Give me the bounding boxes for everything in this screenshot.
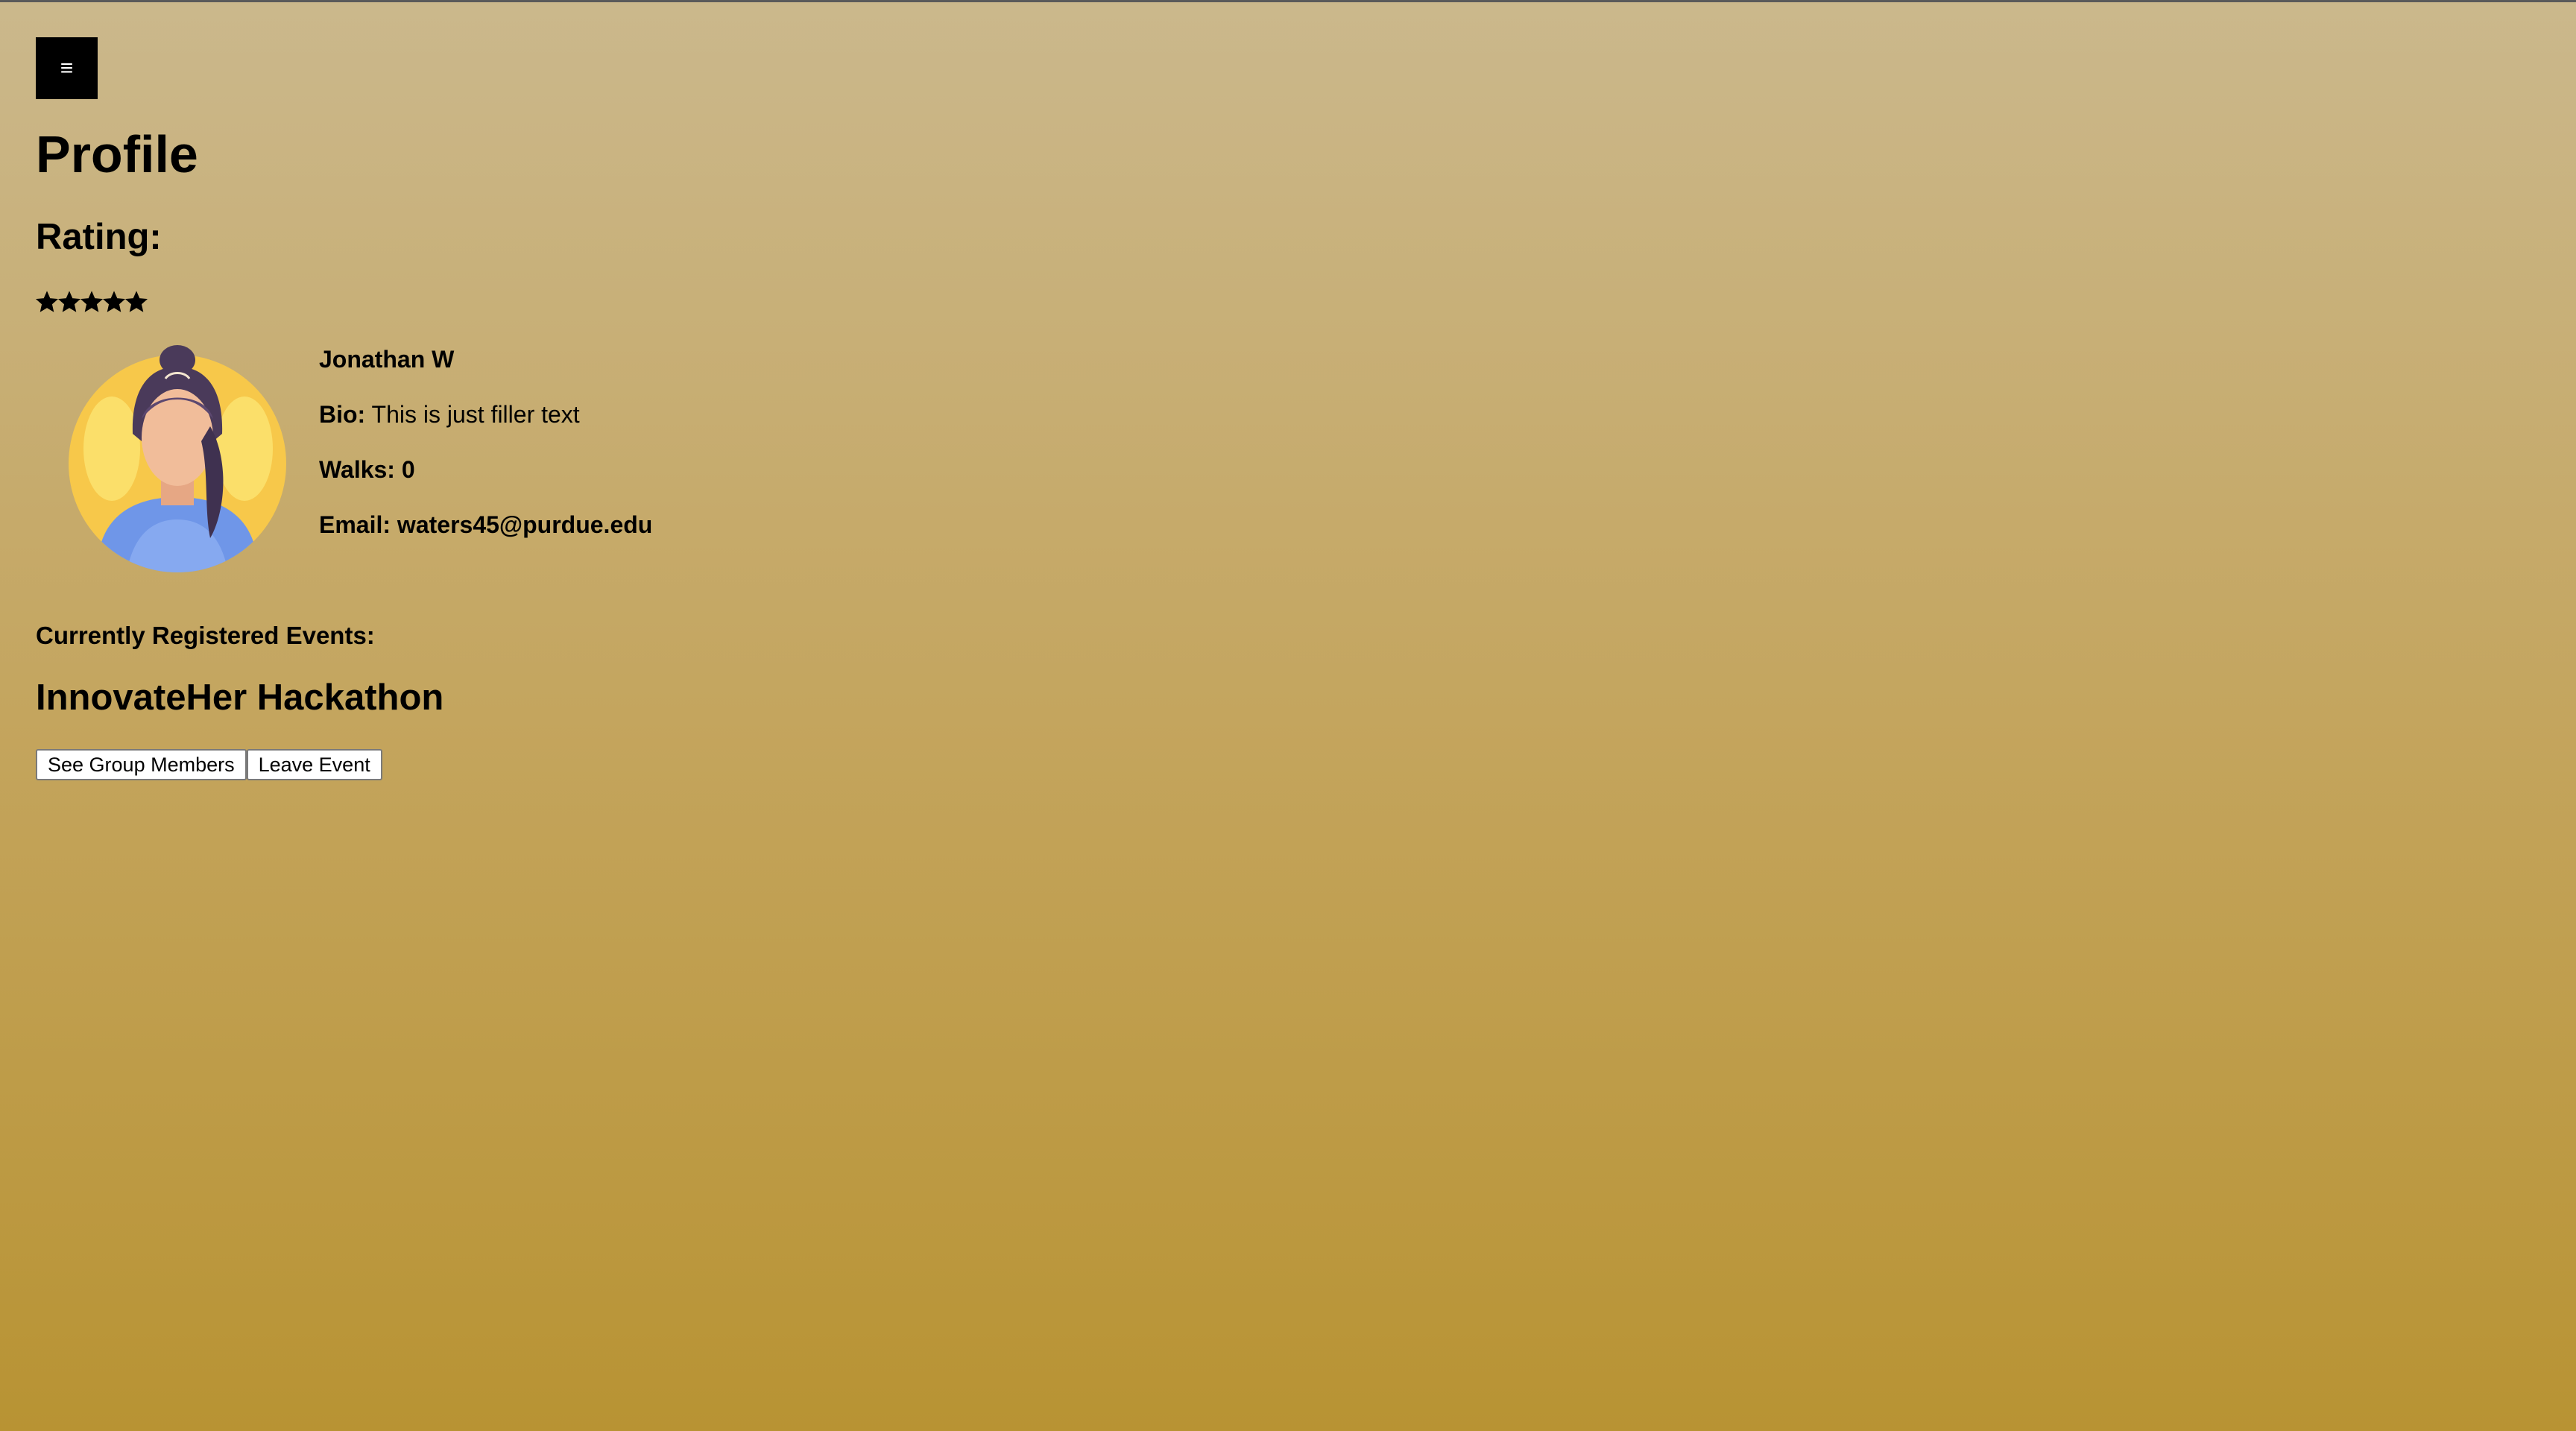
star-icon	[125, 291, 148, 312]
event-title: InnovateHer Hackathon	[36, 677, 444, 718]
avatar	[69, 345, 286, 572]
hamburger-menu-icon: ≡	[60, 55, 74, 80]
top-border	[0, 0, 2576, 2]
star-rating	[36, 291, 148, 313]
user-email: Email: waters45@purdue.edu	[319, 511, 653, 538]
user-walks: Walks: 0	[319, 456, 415, 483]
star-icon	[58, 291, 80, 312]
bio-text: This is just filler text	[365, 401, 580, 428]
user-name: Jonathan W	[319, 346, 455, 373]
registered-events-label: Currently Registered Events:	[36, 622, 375, 649]
bio-label: Bio:	[319, 401, 366, 428]
page-title: Profile	[36, 125, 198, 183]
event-actions: See Group Members Leave Event	[36, 749, 382, 780]
star-icon	[36, 291, 58, 312]
leave-event-button[interactable]: Leave Event	[246, 749, 382, 780]
user-bio: Bio: This is just filler text	[319, 402, 580, 426]
hamburger-menu-button[interactable]: ≡	[36, 37, 98, 99]
see-group-members-button[interactable]: See Group Members	[36, 749, 247, 780]
star-icon	[80, 291, 103, 312]
star-icon	[103, 291, 125, 312]
rating-label: Rating:	[36, 217, 162, 257]
